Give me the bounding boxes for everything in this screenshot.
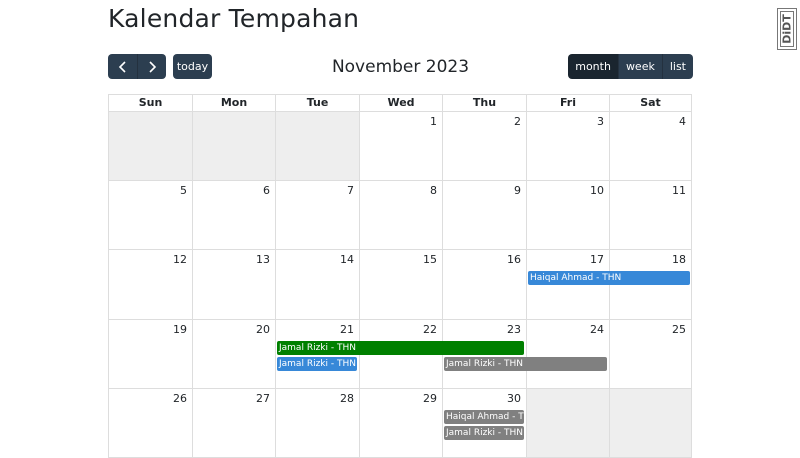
day-number[interactable]: 1: [430, 115, 437, 128]
day-number[interactable]: 14: [340, 253, 354, 266]
view-button-month[interactable]: month: [568, 54, 618, 79]
day-number[interactable]: 20: [256, 323, 270, 336]
day-number[interactable]: 30: [507, 392, 521, 405]
day-number[interactable]: 2: [514, 115, 521, 128]
next-button[interactable]: [137, 54, 166, 79]
day-number[interactable]: 15: [423, 253, 437, 266]
logo-text: DiDT: [780, 14, 794, 44]
prev-button[interactable]: [108, 54, 137, 79]
week-row: 12 13 14 15 16 17 18: [108, 250, 692, 320]
day-number[interactable]: 19: [173, 323, 187, 336]
day-cell[interactable]: 28: [275, 389, 359, 458]
day-number[interactable]: 18: [672, 253, 686, 266]
day-number[interactable]: 24: [590, 323, 604, 336]
day-number[interactable]: 22: [423, 323, 437, 336]
day-header-thu: Thu: [442, 94, 526, 112]
day-number[interactable]: 6: [263, 184, 270, 197]
day-cell[interactable]: [526, 389, 609, 458]
day-cell[interactable]: 3: [526, 112, 609, 181]
day-cell[interactable]: 14: [275, 250, 359, 320]
day-number[interactable]: 12: [173, 253, 187, 266]
view-button-week[interactable]: week: [617, 54, 662, 79]
day-number[interactable]: 4: [679, 115, 686, 128]
day-cell[interactable]: [609, 389, 692, 458]
day-number[interactable]: 13: [256, 253, 270, 266]
week-row: 1 2 3 4: [108, 112, 692, 181]
day-header-fri: Fri: [526, 94, 609, 112]
page-title: Kalendar Tempahan: [108, 4, 360, 33]
day-cell[interactable]: 17: [526, 250, 609, 320]
today-button[interactable]: today: [173, 54, 212, 79]
day-cell[interactable]: 27: [192, 389, 275, 458]
day-header-wed: Wed: [359, 94, 442, 112]
day-cell[interactable]: 16: [442, 250, 526, 320]
day-number[interactable]: 11: [672, 184, 686, 197]
view-button-group: month week list: [568, 54, 693, 79]
calendar-event[interactable]: Jamal Rizki - THN: [277, 341, 524, 355]
calendar-event[interactable]: Jamal Rizki - THN: [444, 357, 607, 371]
day-number[interactable]: 17: [590, 253, 604, 266]
day-cell[interactable]: 19: [108, 320, 192, 389]
day-number[interactable]: 3: [597, 115, 604, 128]
day-number[interactable]: 27: [256, 392, 270, 405]
day-cell[interactable]: 13: [192, 250, 275, 320]
day-cell[interactable]: 8: [359, 181, 442, 250]
day-cell[interactable]: 18: [609, 250, 692, 320]
calendar-event[interactable]: Jamal Rizki - THN: [277, 357, 357, 371]
day-cell[interactable]: 6: [192, 181, 275, 250]
brand-logo: DiDT: [777, 8, 797, 50]
day-cell[interactable]: 2: [442, 112, 526, 181]
day-cell[interactable]: 26: [108, 389, 192, 458]
day-number[interactable]: 23: [507, 323, 521, 336]
day-cell[interactable]: 10: [526, 181, 609, 250]
view-button-list[interactable]: list: [661, 54, 693, 79]
day-number[interactable]: 10: [590, 184, 604, 197]
day-number[interactable]: 5: [180, 184, 187, 197]
day-header-tue: Tue: [275, 94, 359, 112]
day-number[interactable]: 26: [173, 392, 187, 405]
day-number[interactable]: 7: [347, 184, 354, 197]
week-row: 26 27 28 29 30: [108, 389, 692, 458]
day-number[interactable]: 9: [514, 184, 521, 197]
day-cell[interactable]: 12: [108, 250, 192, 320]
chevron-left-icon: [118, 60, 126, 73]
nav-button-group: [108, 54, 166, 79]
calendar-toolbar: today November 2023 month week list: [108, 54, 693, 80]
month-calendar: Sun Mon Tue Wed Thu Fri Sat 1 2 3 4 5 6 7 8 9 10 11 12 13 1…: [108, 94, 693, 458]
day-cell[interactable]: 25: [609, 320, 692, 389]
day-header-mon: Mon: [192, 94, 275, 112]
day-number[interactable]: 28: [340, 392, 354, 405]
day-header-sun: Sun: [108, 94, 192, 112]
day-cell[interactable]: [192, 112, 275, 181]
day-cell[interactable]: 15: [359, 250, 442, 320]
day-cell[interactable]: 20: [192, 320, 275, 389]
day-cell[interactable]: 29: [359, 389, 442, 458]
calendar-event[interactable]: Jamal Rizki - THN: [444, 426, 524, 440]
day-header-sat: Sat: [609, 94, 692, 112]
week-row: 5 6 7 8 9 10 11: [108, 181, 692, 250]
calendar-event[interactable]: Haiqal Ahmad - THN: [528, 271, 690, 285]
day-number[interactable]: 21: [340, 323, 354, 336]
chevron-right-icon: [149, 60, 157, 73]
day-number[interactable]: 16: [507, 253, 521, 266]
day-cell[interactable]: [108, 112, 192, 181]
day-cell[interactable]: 4: [609, 112, 692, 181]
day-cell[interactable]: 24: [526, 320, 609, 389]
day-header-row: Sun Mon Tue Wed Thu Fri Sat: [108, 94, 692, 112]
day-number[interactable]: 8: [430, 184, 437, 197]
day-number[interactable]: 29: [423, 392, 437, 405]
calendar-event[interactable]: Haiqal Ahmad - THN: [444, 410, 524, 424]
day-cell[interactable]: 11: [609, 181, 692, 250]
day-number[interactable]: 25: [672, 323, 686, 336]
day-cell[interactable]: 5: [108, 181, 192, 250]
day-cell[interactable]: 7: [275, 181, 359, 250]
day-cell[interactable]: [275, 112, 359, 181]
day-cell[interactable]: 9: [442, 181, 526, 250]
day-cell[interactable]: 1: [359, 112, 442, 181]
